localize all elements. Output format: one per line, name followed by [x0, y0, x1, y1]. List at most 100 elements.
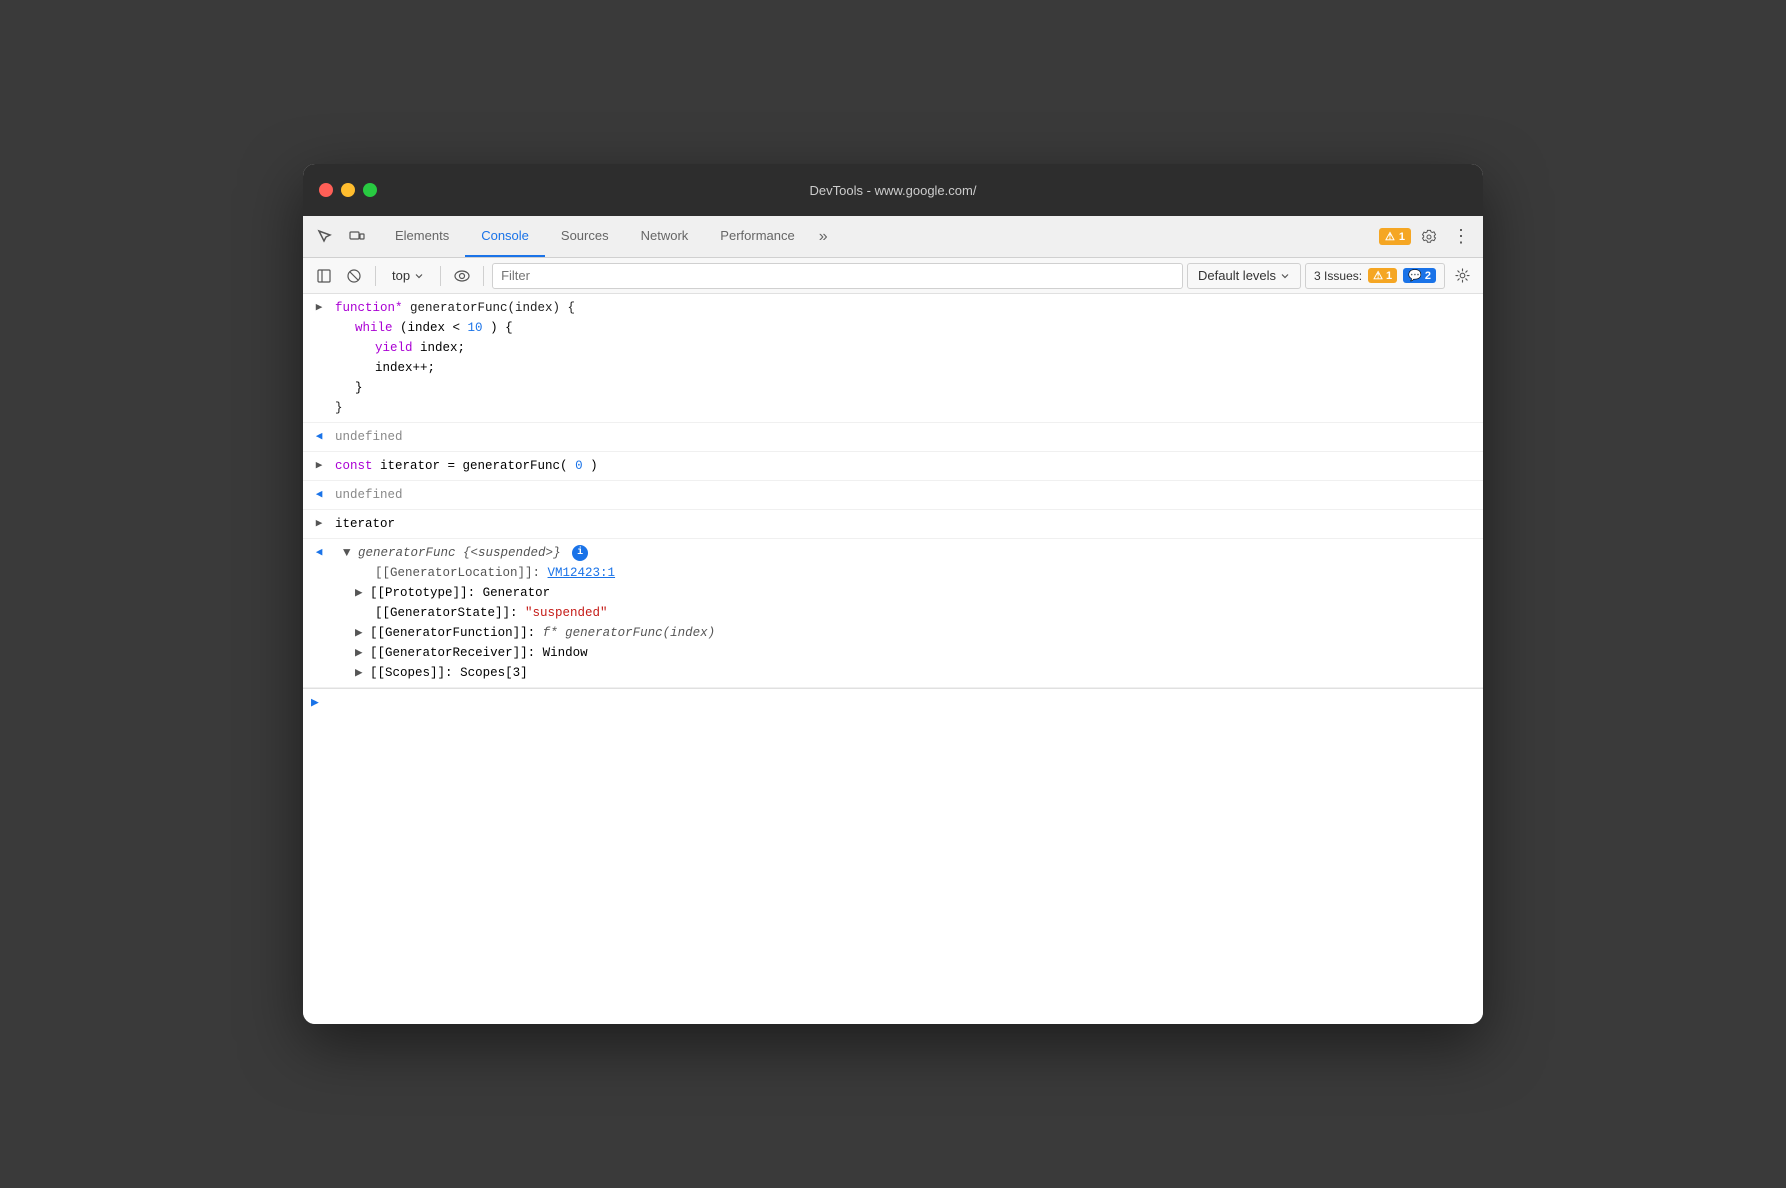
expand-arrow[interactable]: ▶ [303, 456, 335, 472]
console-settings-button[interactable] [1449, 263, 1475, 289]
toolbar-divider [375, 266, 376, 286]
tab-bar-icons [311, 223, 371, 251]
entry-content: iterator [335, 514, 1475, 534]
prototype-line: ▶ [[Prototype]]: Generator [335, 583, 1475, 603]
list-item: ▶ function* generatorFunc(index) { while… [303, 294, 1483, 423]
entry-content: function* generatorFunc(index) { while (… [335, 298, 1475, 418]
collapse-arrow[interactable]: ▼ [343, 546, 351, 560]
generator-receiver-line: ▶ [[GeneratorReceiver]]: Window [335, 643, 1475, 663]
device-toolbar-icon[interactable] [343, 223, 371, 251]
code-line: index++; [335, 358, 1475, 378]
issues-badge[interactable]: ⚠ 1 [1379, 228, 1411, 245]
return-arrow[interactable]: ◀ [303, 427, 335, 443]
execution-context-selector[interactable]: top [384, 263, 432, 289]
log-levels-label: Default levels [1198, 268, 1276, 283]
keyword-while: while [355, 321, 393, 335]
gf-arrow[interactable]: ▶ [355, 626, 363, 640]
devtools-more-button[interactable]: ⋮ [1447, 223, 1475, 251]
console-output: ▶ function* generatorFunc(index) { while… [303, 294, 1483, 1024]
generator-function-line: ▶ [[GeneratorFunction]]: f* generatorFun… [335, 623, 1475, 643]
window-title: DevTools - www.google.com/ [810, 183, 977, 198]
iterator-text: iterator [335, 517, 395, 531]
code-text: (index < [400, 321, 468, 335]
generator-location-line: [[GeneratorLocation]]: VM12423:1 [335, 563, 1475, 583]
generator-function-label: [[GeneratorFunction]]: [370, 626, 543, 640]
number-0: 0 [575, 459, 583, 473]
toolbar-divider-2 [440, 266, 441, 286]
code-text: ) { [490, 321, 513, 335]
generator-function-value: f* generatorFunc(index) [543, 626, 716, 640]
tab-performance[interactable]: Performance [704, 216, 810, 257]
log-levels-button[interactable]: Default levels [1187, 263, 1301, 289]
vm-link[interactable]: VM12423:1 [548, 566, 616, 580]
tab-elements[interactable]: Elements [379, 216, 465, 257]
code-text: iterator = generatorFunc( [380, 459, 568, 473]
code-line: while (index < 10 ) { [335, 318, 1475, 338]
generator-state-line: [[GeneratorState]]: "suspended" [335, 603, 1475, 623]
code-text: index; [420, 341, 465, 355]
keyword-function: function* [335, 301, 403, 315]
list-item: ◀ ▼ generatorFunc {<suspended>} i [[Gene… [303, 539, 1483, 688]
issues-label: 3 Issues: [1314, 269, 1362, 283]
inspect-icon[interactable] [311, 223, 339, 251]
code-line: } [335, 378, 1475, 398]
expand-arrow[interactable]: ▶ [303, 514, 335, 530]
tabs: Elements Console Sources Network Perform… [379, 216, 1379, 257]
info-icon[interactable]: i [572, 545, 588, 561]
title-bar: DevTools - www.google.com/ [303, 164, 1483, 216]
issues-count: 1 [1399, 231, 1405, 243]
return-arrow[interactable]: ◀ [303, 485, 335, 501]
number-10: 10 [468, 321, 483, 335]
generator-state-label: [[GeneratorState]]: [375, 606, 525, 620]
list-item: ◀ undefined [303, 423, 1483, 452]
close-button[interactable] [319, 183, 333, 197]
list-item: ▶ const iterator = generatorFunc( 0 ) [303, 452, 1483, 481]
console-prompt-arrow[interactable]: ▶ [311, 695, 319, 710]
settings-button[interactable] [1415, 223, 1443, 251]
entry-content: undefined [335, 485, 1475, 505]
maximize-button[interactable] [363, 183, 377, 197]
generator-location-label: [[GeneratorLocation]]: [375, 566, 540, 580]
entry-content: const iterator = generatorFunc( 0 ) [335, 456, 1475, 476]
filter-input[interactable] [492, 263, 1183, 289]
console-toolbar: top Default levels 3 Issues: ⚠ 1 💬 2 [303, 258, 1483, 294]
tab-sources[interactable]: Sources [545, 216, 625, 257]
more-tabs-button[interactable]: » [811, 216, 836, 257]
undefined-text: undefined [335, 430, 403, 444]
keyword-const: const [335, 459, 373, 473]
generator-header: ▼ generatorFunc {<suspended>} i [335, 543, 1475, 563]
keyword-yield: yield [375, 341, 413, 355]
generator-name: generatorFunc {<suspended>} [358, 546, 561, 560]
code-text: ) [590, 459, 598, 473]
return-arrow-expand[interactable]: ◀ [303, 543, 335, 559]
undefined-text: undefined [335, 488, 403, 502]
scopes-label: [[Scopes]]: [370, 666, 460, 680]
window-controls [319, 183, 377, 197]
eye-button[interactable] [449, 263, 475, 289]
code-line: yield index; [335, 338, 1475, 358]
scopes-arrow[interactable]: ▶ [355, 666, 363, 680]
code-text: } [335, 401, 343, 415]
warning-icon: ⚠ [1385, 230, 1395, 243]
tab-bar-right: ⚠ 1 ⋮ [1379, 223, 1475, 251]
scopes-value: Scopes[3] [460, 666, 528, 680]
context-label: top [392, 268, 410, 283]
prototype-label: [[Prototype]]: [370, 586, 483, 600]
minimize-button[interactable] [341, 183, 355, 197]
issues-count-display[interactable]: 3 Issues: ⚠ 1 💬 2 [1305, 263, 1445, 289]
sidebar-toggle-button[interactable] [311, 263, 337, 289]
issues-info-badge: 💬 2 [1403, 268, 1436, 283]
generator-receiver-label: [[GeneratorReceiver]]: [370, 646, 543, 660]
proto-arrow[interactable]: ▶ [355, 586, 363, 600]
prototype-value: Generator [483, 586, 551, 600]
tab-network[interactable]: Network [625, 216, 705, 257]
tab-console[interactable]: Console [465, 216, 545, 257]
clear-console-button[interactable] [341, 263, 367, 289]
expand-arrow[interactable]: ▶ [303, 298, 335, 314]
generator-state-value: "suspended" [525, 606, 608, 620]
list-item: ◀ undefined [303, 481, 1483, 510]
generator-receiver-value: Window [543, 646, 588, 660]
gr-arrow[interactable]: ▶ [355, 646, 363, 660]
devtools-window: DevTools - www.google.com/ Elements Cons… [303, 164, 1483, 1024]
tab-bar: Elements Console Sources Network Perform… [303, 216, 1483, 258]
